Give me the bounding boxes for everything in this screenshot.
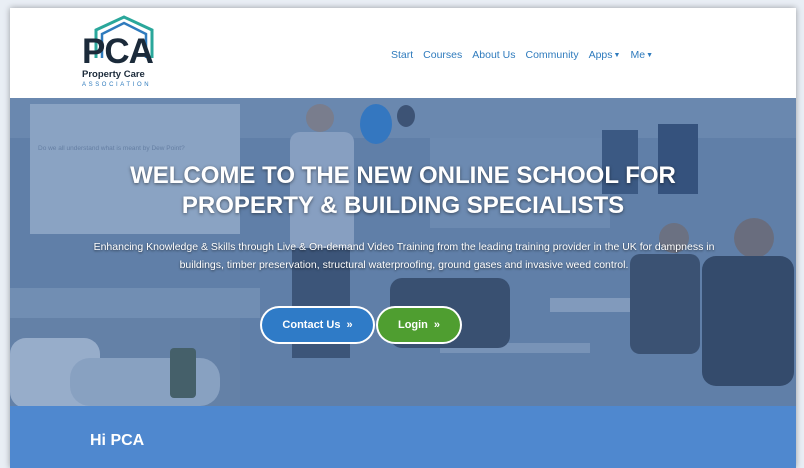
caret-down-icon: ▼ bbox=[613, 52, 621, 59]
nav-apps[interactable]: Apps▼ bbox=[589, 49, 621, 61]
hero-actions: Contact Us » Login » bbox=[262, 308, 460, 342]
login-button[interactable]: Login » bbox=[378, 308, 460, 342]
main-nav: Start Courses About Us Community Apps▼ M… bbox=[391, 49, 653, 61]
hero-title: WELCOME TO THE NEW ONLINE SCHOOL FOR PRO… bbox=[130, 162, 676, 219]
nav-courses[interactable]: Courses bbox=[423, 49, 462, 61]
hero-subtitle: Enhancing Knowledge & Skills through Liv… bbox=[93, 241, 715, 271]
logo-subtitle: Property Care bbox=[82, 69, 145, 80]
pca-logo[interactable]: PCA Property Care ASSOCIATION bbox=[80, 14, 190, 94]
browser-frame: PCA Property Care ASSOCIATION Start Cour… bbox=[10, 8, 796, 468]
nav-start[interactable]: Start bbox=[391, 49, 413, 61]
nav-about-us[interactable]: About Us bbox=[472, 49, 515, 61]
user-greeting: Hi PCA bbox=[90, 432, 145, 449]
double-chevron-right-icon: » bbox=[433, 319, 441, 331]
logo-text: PCA bbox=[82, 32, 154, 71]
double-chevron-right-icon: » bbox=[346, 319, 353, 331]
site-header: PCA Property Care ASSOCIATION Start Cour… bbox=[10, 8, 796, 98]
nav-community[interactable]: Community bbox=[525, 49, 578, 61]
caret-down-icon: ▼ bbox=[646, 52, 653, 59]
nav-me[interactable]: Me▼ bbox=[630, 49, 653, 61]
contact-us-button[interactable]: Contact Us » bbox=[262, 308, 373, 342]
hero-banner: Do we all understand what is meant by De… bbox=[10, 98, 796, 406]
logo-association: ASSOCIATION bbox=[82, 82, 152, 88]
welcome-section: Hi PCA bbox=[10, 406, 796, 468]
